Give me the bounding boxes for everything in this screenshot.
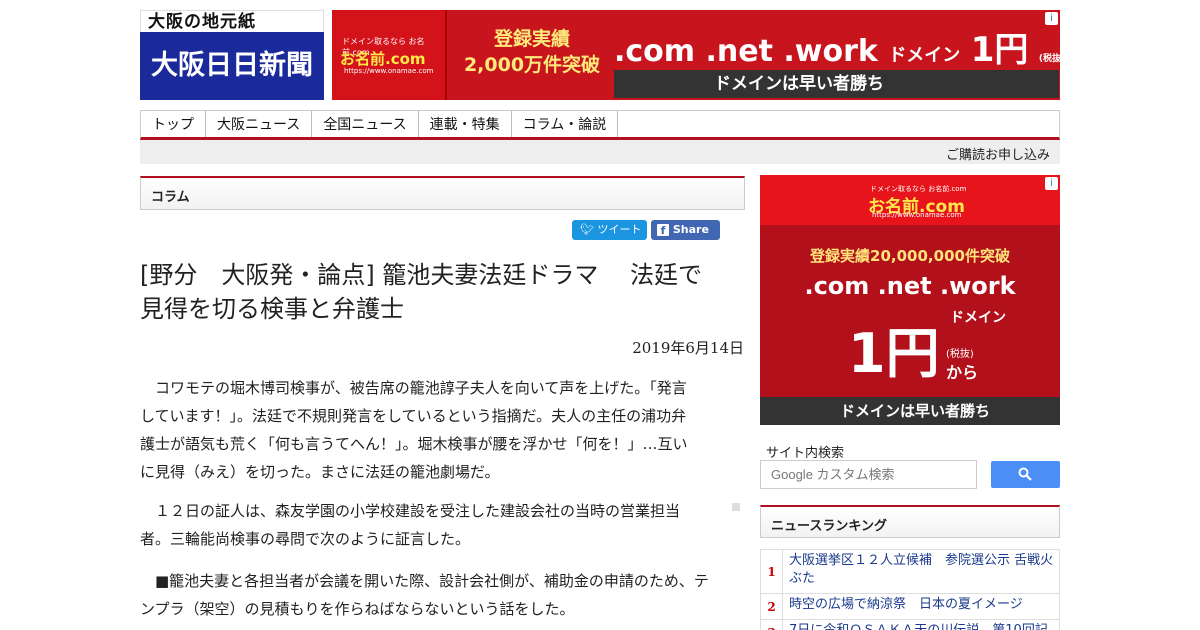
nav-item-top[interactable]: トップ xyxy=(141,111,206,137)
paragraph-line: しています！」。法廷で不規則発言をしているという指摘だ。夫人の主任の浦功弁 xyxy=(140,407,687,425)
ad-mid-line1: 登録実績 xyxy=(493,28,570,50)
logo-name: 大阪日日新聞 xyxy=(140,32,324,100)
nav-item-osaka-news[interactable]: 大阪ニュース xyxy=(206,111,313,137)
ad-brand-block: ドメイン取るなら お名前.com お名前.com https://www.ona… xyxy=(332,10,447,100)
fb-share-label: Share xyxy=(672,223,709,236)
paragraph-line: に見得（みえ）を切った。まさに法廷の籠池劇場だ。 xyxy=(140,463,500,481)
rank-number: 2 xyxy=(761,594,783,619)
ad-tax: (税抜) xyxy=(1038,54,1060,64)
site-search-label: サイト内検索 xyxy=(766,446,845,461)
category-label: コラム xyxy=(151,190,190,205)
top-banner-ad[interactable]: ドメイン取るなら お名前.com お名前.com https://www.ona… xyxy=(332,10,1060,100)
sub-bar: ご購読お申し込み xyxy=(140,140,1060,164)
ad-price: 1円 xyxy=(970,30,1029,70)
ranking-title: ニュースランキング xyxy=(771,519,887,534)
tweet-label: ツイート xyxy=(597,223,642,236)
article-paragraph-1: コワモテの堀木博司検事が、被告席の籠池諄子夫人を向いて声を上げた。「発言 してい… xyxy=(140,374,745,486)
ad-mid-line2: 2,000万件突破 xyxy=(463,54,601,76)
tweet-button[interactable]: 🐦︎ ツイート xyxy=(572,220,647,240)
article-title-line2: 見得を切る検事と弁護士 xyxy=(140,295,404,323)
facebook-icon: f xyxy=(657,224,669,237)
ad-url: https://www.onamae.com xyxy=(344,67,434,75)
sidebar-ad[interactable]: ドメイン取るなら お名前.com お名前.com https://www.ona… xyxy=(760,175,1060,425)
sidebar-ad-header: ドメイン取るなら お名前.com お名前.com https://www.ona… xyxy=(760,175,1060,225)
ad-price: 1円 xyxy=(848,322,940,385)
nav-item-column[interactable]: コラム・論説 xyxy=(512,111,619,137)
paragraph-line: １２日の証人は、森友学園の小学校建設を受注した建設会社の当時の営業担当 xyxy=(140,502,681,520)
ad-url: https://www.onamae.com xyxy=(872,211,962,219)
ad-info-icon[interactable]: i xyxy=(1045,177,1058,190)
ad-info-icon[interactable]: i xyxy=(1045,12,1058,25)
site-logo[interactable]: 大阪の地元紙 大阪日日新聞 xyxy=(140,10,324,100)
ad-offer: .com .net .work ドメイン 1円 (税抜) から xyxy=(614,22,1060,71)
rank-link[interactable]: 時空の広場で納涼祭 日本の夏イメージ xyxy=(785,594,1059,616)
search-icon xyxy=(1018,467,1032,481)
ad-domains: .com .net .work xyxy=(614,34,878,69)
article-date: 2019年6月14日 xyxy=(632,339,744,357)
search-input[interactable]: Google カスタム検索 xyxy=(760,460,977,489)
nav-item-national-news[interactable]: 全国ニュース xyxy=(312,111,419,137)
subscribe-link[interactable]: ご購読お申し込み xyxy=(946,144,1050,163)
paragraph-line: 者。三輪能尚検事の尋問で次のように証言した。 xyxy=(140,530,471,548)
twitter-bird-icon: 🐦︎ xyxy=(580,223,594,236)
paragraph-line: ンプラ（架空）の見積もりを作らねばならないという話をした。 xyxy=(140,600,575,618)
ad-achievement: 登録実績 2,000万件突破 xyxy=(457,26,607,78)
fb-share-count: 0 xyxy=(657,243,665,256)
list-item[interactable]: 3 7日に令和ＯＳＡＫＡ天の川伝説 第10回記 xyxy=(761,620,1059,630)
ad-domain-label: ドメイン xyxy=(888,45,961,66)
paragraph-line: 護士が語気も荒く「何も言うてへん！」。堀木検事が腰を浮かせ「何を！」…互い xyxy=(140,435,688,453)
article-paragraph-2: １２日の証人は、森友学園の小学校建設を受注した建設会社の当時の営業担当 者。三輪… xyxy=(140,497,745,553)
paragraph-line: ■籠池夫妻と各担当者が会議を開いた際、設計会社側が、補助金の申請のため、テ xyxy=(140,572,709,590)
ad-bottom-bar: ドメインは早い者勝ち xyxy=(614,70,1059,98)
category-header: コラム xyxy=(140,176,745,210)
article-title-line1: [野分 大阪発・論点] 籠池夫妻法廷ドラマ 法廷で xyxy=(140,261,702,289)
paragraph-line: コワモテの堀木博司検事が、被告席の籠池諄子夫人を向いて声を上げた。「発言 xyxy=(140,379,687,397)
ad-brand: お名前.com xyxy=(340,50,426,68)
facebook-share-button[interactable]: f Share 0 xyxy=(651,220,720,256)
nav-item-series[interactable]: 連載・特集 xyxy=(419,111,512,137)
ad-bottom-bar: ドメインは早い者勝ち xyxy=(760,397,1060,425)
rank-number: 1 xyxy=(761,550,783,593)
search-button[interactable] xyxy=(991,461,1060,488)
rank-link[interactable]: 大阪選挙区１２人立候補 参院選公示 舌戦火ぶた xyxy=(785,550,1059,590)
list-item[interactable]: 2 時空の広場で納涼祭 日本の夏イメージ xyxy=(761,594,1059,620)
ranking-header: ニュースランキング xyxy=(760,505,1060,538)
ranking-list: 1 大阪選挙区１２人立候補 参院選公示 舌戦火ぶた 2 時空の広場で納涼祭 日本… xyxy=(760,549,1060,630)
main-nav: トップ 大阪ニュース 全国ニュース 連載・特集 コラム・論説 xyxy=(140,110,1060,140)
article-paragraph-3: ■籠池夫妻と各担当者が会議を開いた際、設計会社側が、補助金の申請のため、テ ンプ… xyxy=(140,567,745,623)
logo-tagline: 大阪の地元紙 xyxy=(140,10,324,32)
ad-tax: (税抜) xyxy=(946,349,974,360)
rank-number: 3 xyxy=(761,620,783,630)
rank-link[interactable]: 7日に令和ＯＳＡＫＡ天の川伝説 第10回記 xyxy=(785,620,1059,630)
ad-from: から xyxy=(946,363,979,382)
ad-domain-label: ドメイン xyxy=(950,310,1006,326)
ad-domains: .com .net .work xyxy=(804,272,1016,300)
ad-achievement: 登録実績20,000,000件突破 xyxy=(810,247,1010,265)
article-title: [野分 大阪発・論点] 籠池夫妻法廷ドラマ 法廷で 見得を切る検事と弁護士 xyxy=(140,258,745,326)
list-item[interactable]: 1 大阪選挙区１２人立候補 参院選公示 舌戦火ぶた xyxy=(761,550,1059,594)
